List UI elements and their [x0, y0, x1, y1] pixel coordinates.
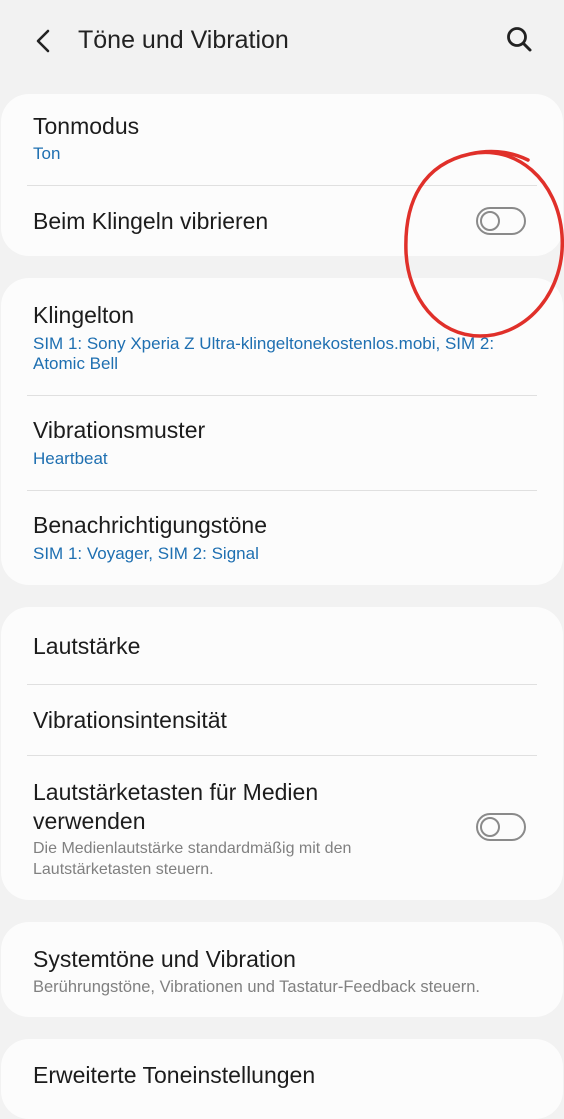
setting-title: Systemtöne und Vibration — [33, 946, 296, 972]
back-button[interactable] — [22, 22, 62, 60]
setting-lautstaerketasten-medien[interactable]: Lautstärketasten für Medien verwenden Di… — [1, 756, 563, 900]
card-ringtones: Klingelton SIM 1: Sony Xperia Z Ultra-kl… — [1, 278, 563, 585]
card-system-sounds: Systemtöne und Vibration Berührungstöne,… — [1, 922, 563, 1017]
vibrate-when-ringing-toggle[interactable] — [476, 207, 526, 235]
card-sound-mode: Tonmodus Ton Beim Klingeln vibrieren — [1, 94, 563, 256]
card-volume: Lautstärke Vibrationsintensität Lautstär… — [1, 607, 563, 900]
app-header: Töne und Vibration — [0, 0, 564, 80]
setting-value: SIM 1: Sony Xperia Z Ultra-klingeltoneko… — [33, 334, 495, 373]
media-volume-keys-toggle[interactable] — [476, 813, 526, 841]
setting-beim-klingeln-vibrieren[interactable]: Beim Klingeln vibrieren — [1, 186, 563, 256]
card-advanced-sound: Erweiterte Toneinstellungen — [1, 1039, 563, 1119]
setting-title: Lautstärke — [33, 633, 141, 659]
chevron-left-icon — [36, 29, 50, 53]
setting-benachrichtigungstoene[interactable]: Benachrichtigungstöne SIM 1: Voyager, SI… — [1, 491, 563, 585]
toggle-knob — [480, 211, 500, 231]
setting-title: Klingelton — [33, 302, 135, 328]
search-button[interactable] — [500, 20, 540, 60]
setting-klingelton[interactable]: Klingelton SIM 1: Sony Xperia Z Ultra-kl… — [1, 278, 563, 395]
setting-lautstaerke[interactable]: Lautstärke — [1, 607, 563, 685]
setting-title: Vibrationsmuster — [33, 417, 206, 443]
setting-title-line1: Lautstärketasten für Medien — [33, 779, 319, 805]
setting-erweiterte-toneinstellungen[interactable]: Erweiterte Toneinstellungen — [1, 1039, 563, 1119]
setting-title: Vibrationsintensität — [33, 707, 227, 733]
setting-title: Beim Klingeln vibrieren — [33, 208, 269, 234]
setting-title-line2: verwenden — [33, 808, 146, 834]
setting-description: Berührungstöne, Vibrationen und Tastatur… — [33, 978, 481, 996]
setting-vibrationsmuster[interactable]: Vibrationsmuster Heartbeat — [1, 396, 563, 490]
setting-value: SIM 1: Voyager, SIM 2: Signal — [33, 544, 259, 563]
setting-title: Tonmodus — [33, 113, 140, 139]
setting-tonmodus[interactable]: Tonmodus Ton — [1, 94, 563, 186]
setting-title: Benachrichtigungstöne — [33, 512, 267, 538]
setting-description: Die Medienlautstärke standardmäßig mit d… — [33, 840, 352, 878]
setting-value: Ton — [33, 144, 61, 163]
setting-title: Erweiterte Toneinstellungen — [33, 1062, 316, 1088]
setting-vibrationsintensitaet[interactable]: Vibrationsintensität — [1, 685, 563, 756]
setting-value: Heartbeat — [33, 449, 108, 468]
search-icon — [507, 27, 532, 52]
setting-systemtoene[interactable]: Systemtöne und Vibration Berührungstöne,… — [1, 922, 563, 1017]
toggle-knob — [480, 817, 500, 837]
page-title: Töne und Vibration — [78, 26, 289, 54]
